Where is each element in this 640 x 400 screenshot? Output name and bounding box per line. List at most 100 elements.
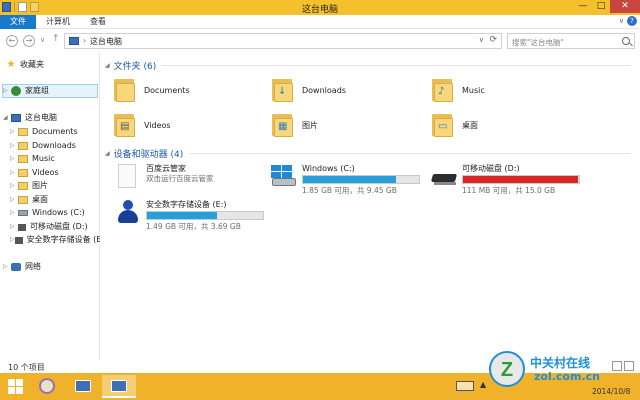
drives-group-header[interactable]: ◢ 设备和驱动器 (4) <box>105 147 630 160</box>
folder-label: Music <box>462 85 485 95</box>
svg-text:Z: Z <box>501 359 513 381</box>
drive-baidu-cloud[interactable]: 百度云管家 双击运行百度云管家 <box>114 164 214 188</box>
computer-icon <box>69 37 79 45</box>
nav-item-desktop[interactable]: ▷ 桌面 <box>10 193 48 207</box>
nav-item-drive-d[interactable]: ▷ 可移动磁盘 (D:) <box>10 220 88 234</box>
maximize-button[interactable]: □ <box>592 0 610 13</box>
expand-ribbon-button[interactable]: ∨ <box>619 17 624 25</box>
expand-arrow-icon[interactable]: ▷ <box>3 260 11 274</box>
nav-item-documents[interactable]: ▷ Documents <box>10 125 78 139</box>
documents-folder-icon <box>114 77 136 103</box>
computer-icon <box>11 114 21 122</box>
folder-label: Documents <box>144 85 190 95</box>
sd-card-icon <box>114 200 140 224</box>
nav-homegroup[interactable]: ▷ 家庭组 <box>2 84 98 98</box>
folder-documents[interactable]: Documents <box>114 73 190 107</box>
nav-item-downloads[interactable]: ▷ Downloads <box>10 139 76 153</box>
search-input[interactable]: 搜索"这台电脑" <box>507 33 635 49</box>
drive-c[interactable]: Windows (C:) 1.85 GB 可用，共 9.45 GB <box>270 164 420 195</box>
forward-button[interactable]: → <box>23 35 35 47</box>
large-icons-view-icon[interactable] <box>624 361 634 371</box>
folder-downloads[interactable]: ↓ Downloads <box>272 73 346 107</box>
nav-item-pictures[interactable]: ▷ 图片 <box>10 179 48 193</box>
collapse-arrow-icon[interactable]: ◢ <box>105 150 110 157</box>
nav-item-drive-e[interactable]: ▷ 安全数字存储设备 (E <box>10 233 100 247</box>
expand-arrow-icon[interactable]: ▷ <box>10 166 18 180</box>
nav-item-music[interactable]: ▷ Music <box>10 152 55 166</box>
search-icon[interactable] <box>622 37 630 45</box>
taskbar-explorer-icon[interactable] <box>102 375 136 398</box>
nav-homegroup-label: 家庭组 <box>25 86 49 95</box>
collapse-arrow-icon[interactable]: ◢ <box>105 62 110 69</box>
tab-computer[interactable]: 计算机 <box>36 15 80 29</box>
drive-name: 可移动磁盘 (D:) <box>462 164 520 173</box>
folder-icon <box>18 169 28 177</box>
drive-subtitle: 双击运行百度云管家 <box>146 174 214 183</box>
nav-item-drive-c[interactable]: ▷ Windows (C:) <box>10 206 85 220</box>
taskbar-browser-icon[interactable] <box>30 375 64 398</box>
taskbar-control-panel-icon[interactable] <box>66 375 100 398</box>
nav-item-label: Music <box>32 154 55 163</box>
back-button[interactable]: ← <box>6 35 18 47</box>
show-hidden-icons-button[interactable]: ▲ <box>480 380 486 389</box>
tab-view[interactable]: 查看 <box>80 15 116 29</box>
sd-card-icon <box>14 236 23 244</box>
address-path[interactable]: 这台电脑 <box>90 36 122 47</box>
recent-locations-button[interactable]: ∨ <box>40 36 45 44</box>
minimize-button[interactable]: — <box>574 0 592 13</box>
desktop-folder-icon: ▭ <box>432 112 454 138</box>
up-button[interactable]: ↑ <box>52 34 60 44</box>
nav-network[interactable]: ▷ 网络 <box>3 260 41 274</box>
expand-arrow-icon[interactable]: ▷ <box>10 206 18 220</box>
nav-item-label: 图片 <box>32 181 48 190</box>
expand-arrow-icon[interactable]: ▷ <box>10 220 18 234</box>
usb-drive-icon <box>430 164 458 188</box>
folder-desktop[interactable]: ▭ 桌面 <box>432 108 478 142</box>
address-dropdown-button[interactable]: ∨ <box>479 36 484 44</box>
view-switcher <box>612 361 634 371</box>
folder-label: Downloads <box>302 85 346 95</box>
folder-pictures[interactable]: ▦ 图片 <box>272 108 318 142</box>
drive-usage-bar <box>146 211 264 220</box>
zol-watermark-logo: Z <box>489 351 525 387</box>
search-placeholder: 搜索"这台电脑" <box>512 38 564 47</box>
expand-arrow-icon[interactable]: ▷ <box>10 193 18 207</box>
drive-d[interactable]: 可移动磁盘 (D:) 111 MB 可用，共 15.0 GB <box>430 164 580 195</box>
details-view-icon[interactable] <box>612 361 622 371</box>
help-button[interactable]: ? <box>627 16 637 26</box>
drive-usage-bar <box>462 175 580 184</box>
homegroup-icon <box>11 86 21 96</box>
watermark-text-cn: 中关村在线 <box>530 356 591 370</box>
navigation-pane: ★ 收藏夹 ▷ 家庭组 ◢ 这台电脑 ▷ Documents ▷ Downloa… <box>0 52 100 360</box>
refresh-button[interactable]: ⟳ <box>489 35 497 45</box>
folders-group-header[interactable]: ◢ 文件夹 (6) <box>105 59 630 72</box>
expand-arrow-icon[interactable]: ▷ <box>10 152 18 166</box>
touch-keyboard-icon[interactable] <box>456 381 474 391</box>
folder-videos[interactable]: ▤ Videos <box>114 108 171 142</box>
close-button[interactable]: ✕ <box>610 0 640 13</box>
nav-this-pc[interactable]: ◢ 这台电脑 <box>3 111 57 125</box>
folder-label: Videos <box>144 120 171 130</box>
expand-arrow-icon[interactable]: ▷ <box>10 125 18 139</box>
drive-icon <box>18 210 28 216</box>
collapse-arrow-icon[interactable]: ◢ <box>3 111 11 125</box>
nav-item-label: Documents <box>32 127 78 136</box>
network-icon <box>11 263 21 271</box>
address-bar[interactable]: › 这台电脑 ∨ ⟳ <box>64 33 502 49</box>
drive-e[interactable]: 安全数字存储设备 (E:) 1.49 GB 可用，共 3.69 GB <box>114 200 264 231</box>
folder-music[interactable]: ♪ Music <box>432 73 485 107</box>
nav-item-label: 安全数字存储设备 (E <box>26 235 100 244</box>
drive-subtitle: 111 MB 可用，共 15.0 GB <box>462 186 556 195</box>
tab-file[interactable]: 文件 <box>0 15 36 29</box>
folder-label: 桌面 <box>462 120 478 130</box>
chevron-right-icon[interactable]: › <box>83 36 86 45</box>
nav-item-videos[interactable]: ▷ Videos <box>10 166 59 180</box>
expand-arrow-icon[interactable]: ▷ <box>3 84 11 98</box>
nav-network-label: 网络 <box>25 262 41 271</box>
clock-date[interactable]: 2014/10/8 <box>592 387 630 396</box>
expand-arrow-icon[interactable]: ▷ <box>10 139 18 153</box>
windows-start-icon[interactable] <box>8 379 24 394</box>
folder-icon <box>18 196 28 204</box>
nav-favorites[interactable]: ★ 收藏夹 <box>6 58 44 72</box>
expand-arrow-icon[interactable]: ▷ <box>10 179 18 193</box>
